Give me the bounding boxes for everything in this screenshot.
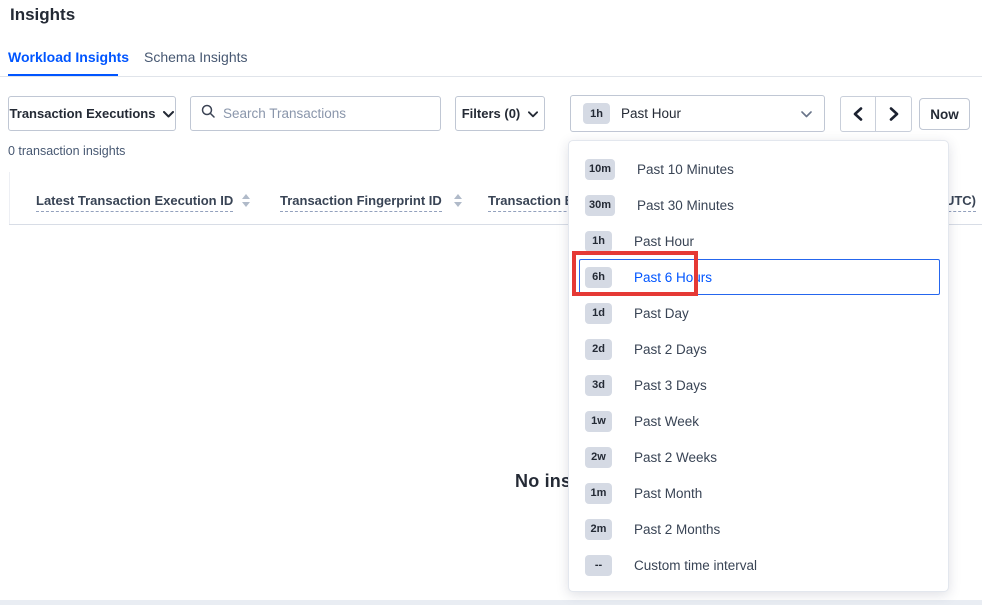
filters-button[interactable]: Filters (0)	[455, 96, 545, 131]
time-option-badge: --	[585, 555, 612, 576]
time-option-label: Past Day	[634, 306, 689, 321]
chevron-down-icon	[801, 105, 812, 123]
time-option-6h[interactable]: 6h Past 6 Hours	[579, 259, 940, 295]
table-left-border	[9, 172, 10, 224]
time-nav-arrows	[840, 96, 912, 132]
time-option-badge: 6h	[585, 267, 612, 288]
column-header-latest-transaction-execution-id[interactable]: Latest Transaction Execution ID	[36, 193, 233, 212]
time-option-badge: 10m	[585, 159, 615, 180]
time-interval-dropdown: 10m Past 10 Minutes 30m Past 30 Minutes …	[568, 140, 949, 592]
time-option-custom[interactable]: -- Custom time interval	[569, 547, 948, 583]
insights-count: 0 transaction insights	[8, 144, 125, 158]
time-option-badge: 2d	[585, 339, 612, 360]
chevron-down-icon	[528, 106, 538, 121]
time-option-label: Past 30 Minutes	[637, 198, 734, 213]
page-title: Insights	[10, 5, 75, 25]
chevron-down-icon	[163, 106, 174, 121]
now-button-label: Now	[930, 107, 959, 122]
time-option-badge: 1d	[585, 303, 612, 324]
time-option-badge: 2m	[585, 519, 612, 540]
search-icon	[201, 104, 215, 123]
time-option-1w[interactable]: 1w Past Week	[569, 403, 948, 439]
insights-page: Insights Workload Insights Schema Insigh…	[0, 0, 982, 605]
filters-button-label: Filters (0)	[462, 106, 521, 121]
time-option-label: Past Week	[634, 414, 699, 429]
previous-interval-button[interactable]	[841, 97, 876, 131]
time-option-badge: 30m	[585, 195, 615, 216]
transaction-type-select[interactable]: Transaction Executions	[8, 96, 176, 131]
sort-icon[interactable]	[242, 194, 250, 207]
search-transactions-input[interactable]	[223, 106, 430, 121]
time-option-label: Past 3 Days	[634, 378, 707, 393]
time-interval-select[interactable]: 1h Past Hour	[570, 95, 825, 132]
time-option-badge: 1w	[585, 411, 612, 432]
time-option-badge: 3d	[585, 375, 612, 396]
next-interval-button[interactable]	[876, 97, 911, 131]
time-option-label: Past 2 Weeks	[634, 450, 717, 465]
time-option-label: Past Month	[634, 486, 702, 501]
now-button[interactable]: Now	[919, 98, 970, 130]
time-option-badge: 2w	[585, 447, 612, 468]
time-option-10m[interactable]: 10m Past 10 Minutes	[569, 151, 948, 187]
time-interval-badge: 1h	[583, 103, 610, 124]
time-option-2d[interactable]: 2d Past 2 Days	[569, 331, 948, 367]
bottom-divider	[0, 600, 982, 605]
time-option-30m[interactable]: 30m Past 30 Minutes	[569, 187, 948, 223]
time-option-2w[interactable]: 2w Past 2 Weeks	[569, 439, 948, 475]
time-option-label: Past 2 Months	[634, 522, 720, 537]
transaction-type-select-label: Transaction Executions	[10, 106, 156, 121]
time-option-label: Custom time interval	[634, 558, 757, 573]
time-option-3d[interactable]: 3d Past 3 Days	[569, 367, 948, 403]
time-option-1m[interactable]: 1m Past Month	[569, 475, 948, 511]
tabs-divider	[0, 76, 982, 77]
sort-icon[interactable]	[454, 194, 462, 207]
time-interval-label: Past Hour	[621, 106, 681, 121]
tab-workload-insights[interactable]: Workload Insights	[8, 49, 129, 65]
time-option-1h[interactable]: 1h Past Hour	[569, 223, 948, 259]
time-option-1d[interactable]: 1d Past Day	[569, 295, 948, 331]
time-option-label: Past Hour	[634, 234, 694, 249]
time-option-label: Past 6 Hours	[634, 270, 712, 285]
time-option-2m[interactable]: 2m Past 2 Months	[569, 511, 948, 547]
time-option-label: Past 2 Days	[634, 342, 707, 357]
time-option-badge: 1m	[585, 483, 612, 504]
time-option-badge: 1h	[585, 231, 612, 252]
search-transactions-box[interactable]	[190, 96, 441, 131]
column-header-transaction-fingerprint-id[interactable]: Transaction Fingerprint ID	[280, 193, 442, 212]
tab-schema-insights[interactable]: Schema Insights	[144, 49, 248, 65]
time-option-label: Past 10 Minutes	[637, 162, 734, 177]
